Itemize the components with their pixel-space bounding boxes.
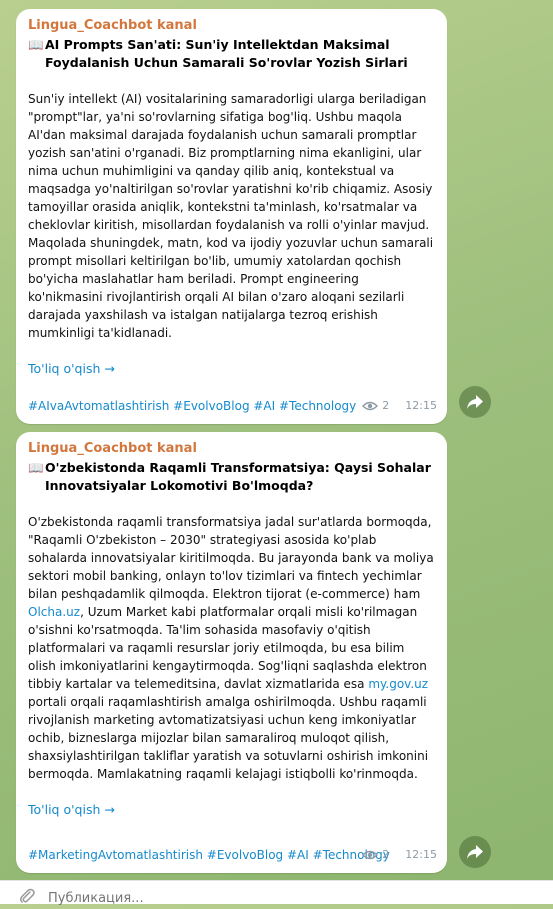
message-bubble: Lingua_Coachbot kanal 📖 AI Prompts San'a…: [16, 9, 447, 424]
eye-icon: [362, 401, 379, 411]
post-body: Sun'iy intellekt (AI) vositalarining sam…: [28, 90, 435, 342]
olcha-link[interactable]: Olcha.uz: [28, 605, 80, 619]
mygov-link[interactable]: my.gov.uz: [368, 677, 428, 691]
view-count: 2: [382, 399, 390, 412]
message-time: 12:15: [405, 399, 437, 412]
post-title: 📖 AI Prompts San'ati: Sun'iy Intellektda…: [28, 36, 435, 72]
share-arrow-icon: [467, 845, 483, 859]
share-arrow-icon: [467, 395, 483, 409]
eye-icon: [362, 850, 379, 860]
read-more-link[interactable]: To'liq o'qish →: [28, 360, 115, 378]
hashtags[interactable]: #AIvaAvtomatlashtirish #EvolvoBlog #AI #…: [28, 397, 356, 415]
post-body-text: Sun'iy intellekt (AI) vositalarining sam…: [28, 92, 434, 340]
message-bubble: Lingua_Coachbot kanal 📖 O'zbekistonda Ra…: [16, 432, 447, 873]
view-count: 2: [382, 848, 390, 861]
share-button[interactable]: [459, 836, 491, 868]
message-meta: 2 12:15: [362, 846, 437, 864]
share-button[interactable]: [459, 386, 491, 418]
hashtags[interactable]: #MarketingAvtomatlashtirish #EvolvoBlog …: [28, 846, 390, 864]
book-icon: 📖: [28, 37, 44, 52]
message-time: 12:15: [405, 848, 437, 861]
channel-name[interactable]: Lingua_Coachbot kanal: [28, 17, 435, 35]
body-segment: O'zbekistonda raqamli transformatsiya ja…: [28, 515, 434, 601]
body-segment: , Uzum Market kabi platformalar orqali m…: [28, 605, 427, 691]
body-segment: portali orqali raqamlashtirish amalga os…: [28, 695, 429, 781]
post-title-text: AI Prompts San'ati: Sun'iy Intellektdan …: [45, 37, 408, 70]
book-icon: 📖: [28, 460, 44, 475]
message-composer: [0, 880, 553, 909]
post-title-text: O'zbekistonda Raqamli Transformatsiya: Q…: [45, 460, 431, 493]
paperclip-icon[interactable]: [18, 887, 36, 905]
message-input[interactable]: [48, 887, 428, 909]
channel-name[interactable]: Lingua_Coachbot kanal: [28, 440, 435, 458]
message-meta: 2 12:15: [362, 397, 437, 415]
post-title: 📖 O'zbekistonda Raqamli Transformatsiya:…: [28, 459, 435, 495]
post-body: O'zbekistonda raqamli transformatsiya ja…: [28, 513, 435, 783]
post-body-text: O'zbekistonda raqamli transformatsiya ja…: [28, 513, 435, 783]
read-more-link[interactable]: To'liq o'qish →: [28, 801, 115, 819]
chat-area: Lingua_Coachbot kanal 📖 AI Prompts San'a…: [0, 0, 553, 880]
